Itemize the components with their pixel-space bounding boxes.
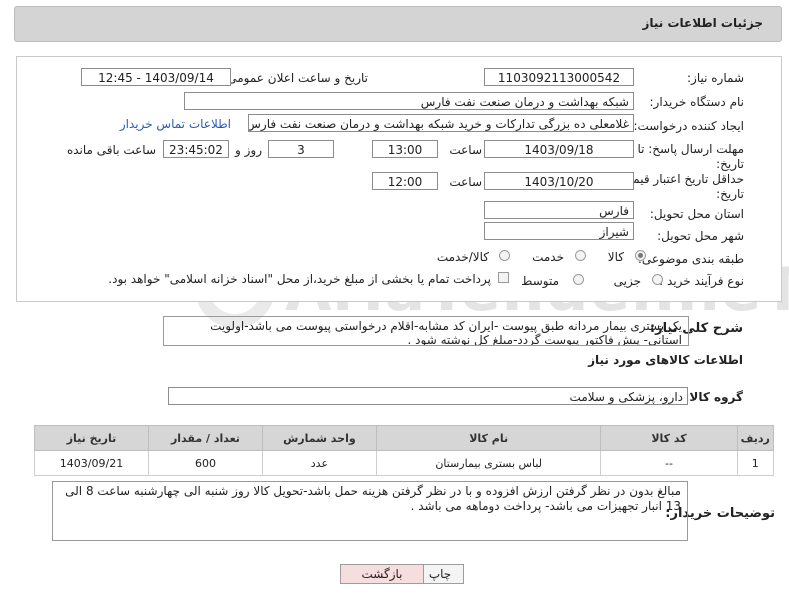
process-medium-label: متوسط xyxy=(521,274,559,288)
goods-group-label: گروه کالا: xyxy=(684,390,743,404)
col-row-number: ردیف xyxy=(736,425,774,451)
province-field[interactable]: فارس xyxy=(484,201,634,219)
reply-deadline-time-field[interactable]: 13:00 xyxy=(372,140,438,158)
announce-datetime-field[interactable]: 1403/09/14 - 12:45 xyxy=(81,68,231,86)
reply-deadline-label: مهلت ارسال پاسخ: تا تاریخ: xyxy=(637,142,744,171)
need-number-label: شماره نیاز: xyxy=(687,71,744,85)
process-medium-radio[interactable] xyxy=(573,274,584,285)
requester-label: ایجاد کننده درخواست: xyxy=(633,119,744,133)
category-label: طبقه بندی موضوعی: xyxy=(637,252,744,266)
col-goods-name: نام کالا xyxy=(375,425,602,451)
days-remaining-field[interactable]: 3 xyxy=(268,140,334,158)
province-label: استان محل تحویل: xyxy=(649,207,744,221)
process-type-label: نوع فرآیند خرید : xyxy=(659,274,744,288)
cell-quantity: 600 xyxy=(148,450,263,476)
price-validity-time-label: ساعت xyxy=(449,175,482,189)
days-label: روز و xyxy=(235,143,262,157)
cell-row-number: 1 xyxy=(736,450,774,476)
col-quantity: تعداد / مقدار xyxy=(148,425,263,451)
treasury-payment-checkbox[interactable] xyxy=(498,272,509,283)
time-remaining-field[interactable]: 23:45:02 xyxy=(163,140,229,158)
col-unit: واحد شمارش xyxy=(261,425,377,451)
city-label: شهر محل تحویل: xyxy=(657,229,744,243)
page-title: جزئیات اطلاعات نیاز xyxy=(642,16,763,30)
category-service-label: خدمت xyxy=(532,250,564,264)
reply-deadline-date-field[interactable]: 1403/09/18 xyxy=(484,140,634,158)
category-service-radio[interactable] xyxy=(575,250,586,261)
cell-need-date: 1403/09/21 xyxy=(34,450,149,476)
reply-time-label: ساعت xyxy=(449,143,482,157)
requester-field[interactable]: غلامعلی ده بزرگی تدارکات و خرید شبکه بهد… xyxy=(248,114,634,132)
treasury-payment-note: پرداخت تمام یا بخشی از مبلغ خرید،از محل … xyxy=(108,272,491,286)
process-minor-label: جزیی xyxy=(613,274,641,288)
need-number-field[interactable]: 1103092113000542 xyxy=(484,68,634,86)
table-header-row: ردیف کد کالا نام کالا واحد شمارش تعداد /… xyxy=(34,425,774,451)
city-field[interactable]: شیراز xyxy=(484,222,634,240)
category-goods-radio[interactable] xyxy=(635,250,646,261)
buyer-contact-link[interactable]: اطلاعات تماس خریدار xyxy=(120,117,231,131)
category-goods-label: کالا xyxy=(607,250,624,264)
cell-goods-name: لباس بستری بیمارستان xyxy=(375,450,602,476)
announce-datetime-label: تاریخ و ساعت اعلان عمومی: xyxy=(223,71,368,85)
col-need-date: تاریخ نیاز xyxy=(34,425,149,451)
goods-section-title: اطلاعات کالاهای مورد نیاز xyxy=(588,353,743,367)
cell-unit: عدد xyxy=(261,450,377,476)
buyer-org-field[interactable]: شبکه بهداشت و درمان صنعت نفت فارس xyxy=(184,92,634,110)
category-goods-service-label: کالا/خدمت xyxy=(436,250,489,264)
description-textarea[interactable]: یک بستری بیمار مردانه طبق پیوست -ایران ک… xyxy=(163,316,689,346)
category-goods-service-radio[interactable] xyxy=(499,250,510,261)
price-validity-time-field[interactable]: 12:00 xyxy=(372,172,438,190)
buyer-notes-textarea[interactable]: مبالغ بدون در نظر گرفتن ارزش افزوده و با… xyxy=(52,481,688,541)
table-row[interactable]: 1 -- لباس بستری بیمارستان عدد 600 1403/0… xyxy=(34,450,774,476)
process-minor-radio[interactable] xyxy=(652,274,663,285)
back-button[interactable]: بازگشت xyxy=(340,564,424,584)
cell-goods-code: -- xyxy=(600,450,738,476)
buyer-org-label: نام دستگاه خریدار: xyxy=(649,95,745,109)
goods-group-field[interactable]: دارو، پزشکی و سلامت xyxy=(168,387,688,405)
price-validity-date-field[interactable]: 1403/10/20 xyxy=(484,172,634,190)
col-goods-code: کد کالا xyxy=(600,425,738,451)
time-remaining-label: ساعت باقی مانده xyxy=(66,143,156,157)
items-table: ردیف کد کالا نام کالا واحد شمارش تعداد /… xyxy=(34,425,774,476)
